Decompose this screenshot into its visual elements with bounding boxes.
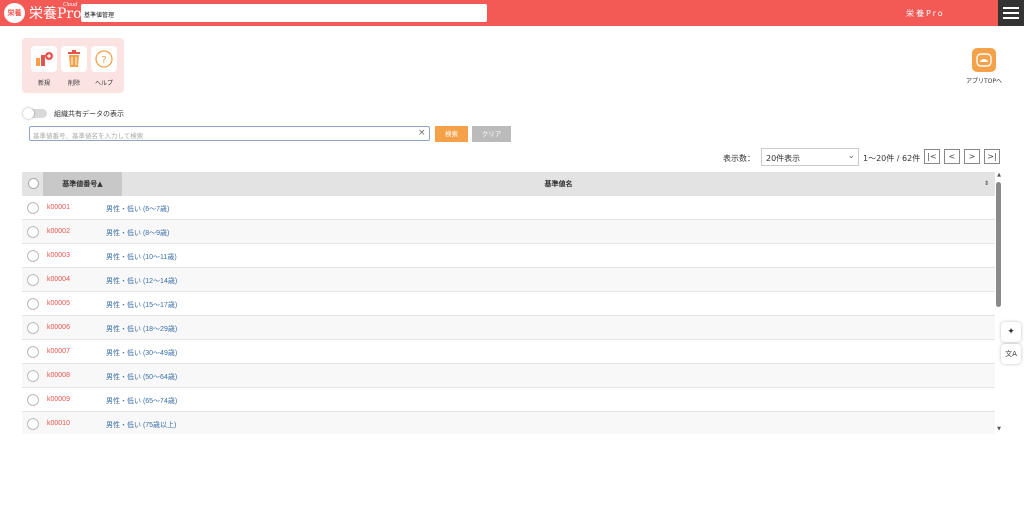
table-row[interactable]: k00005 男性・低い (15〜17歳) (22, 292, 995, 316)
last-page-button[interactable]: >| (984, 149, 1000, 164)
trash-icon (61, 46, 87, 72)
search-clear-icon[interactable]: × (418, 128, 426, 138)
column-header-name-label: 基準値名 (544, 180, 573, 188)
next-page-button[interactable]: > (964, 149, 980, 164)
row-radio[interactable] (27, 298, 39, 310)
row-name[interactable]: 男性・低い (75歳以上) (106, 420, 176, 430)
delete-button[interactable]: 削除 (60, 46, 88, 89)
row-name[interactable]: 男性・低い (50〜64歳) (106, 372, 177, 382)
display-count-select[interactable]: 20件表示 ⌄ (761, 148, 859, 166)
row-radio[interactable] (27, 322, 39, 334)
share-data-toggle-label: 組織共有データの表示 (54, 110, 124, 118)
row-code[interactable]: k00005 (47, 300, 70, 307)
row-radio[interactable] (27, 394, 39, 406)
table-row[interactable]: k00003 男性・低い (10〜11歳) (22, 244, 995, 268)
standard-value-table: 基準値番号▲ 基準値名 ⇕ k00001 男性・低い (6〜7歳) k00002… (22, 172, 995, 434)
chevron-down-icon: ⌄ (847, 151, 855, 161)
table-row[interactable]: k00006 男性・低い (18〜29歳) (22, 316, 995, 340)
hamburger-menu-button[interactable] (998, 0, 1024, 26)
row-name[interactable]: 男性・低い (12〜14歳) (106, 276, 177, 286)
row-code[interactable]: k00004 (47, 276, 70, 283)
new-label: 新規 (37, 80, 50, 87)
sort-icon: ⇕ (983, 180, 989, 187)
menu-line-icon (1003, 17, 1019, 19)
app-logo[interactable]: 栄養 栄養Pro Cloud (4, 2, 82, 23)
help-button[interactable]: ? ヘルプ (90, 46, 118, 89)
column-header-code[interactable]: 基準値番号▲ (43, 172, 122, 196)
row-code[interactable]: k00003 (47, 252, 70, 259)
row-name[interactable]: 男性・低い (65〜74歳) (106, 396, 177, 406)
new-chart-icon (31, 46, 57, 72)
table-row[interactable]: k00009 男性・低い (65〜74歳) (22, 388, 995, 412)
table-row[interactable]: k00008 男性・低い (50〜64歳) (22, 364, 995, 388)
row-code[interactable]: k00001 (47, 204, 70, 211)
row-name[interactable]: 男性・低い (30〜49歳) (106, 348, 177, 358)
table-header: 基準値番号▲ 基準値名 ⇕ (22, 172, 995, 196)
row-code[interactable]: k00006 (47, 324, 70, 331)
row-code[interactable]: k00002 (47, 228, 70, 235)
new-button[interactable]: 新規 (30, 46, 58, 89)
translate-icon[interactable]: 文A (1001, 344, 1021, 364)
logo-badge: 栄養 (4, 3, 25, 23)
toggle-knob (23, 108, 34, 119)
user-name[interactable]: 栄養Pro (906, 8, 945, 19)
first-page-button[interactable]: |< (924, 149, 940, 164)
row-radio[interactable] (27, 202, 39, 214)
display-count-value: 20件表示 (766, 154, 801, 163)
row-name[interactable]: 男性・低い (8〜9歳) (106, 228, 169, 238)
app-top-button[interactable]: アプリTOPへ (964, 48, 1004, 85)
scroll-down-arrow-icon[interactable]: ▼ (995, 426, 1003, 434)
row-name[interactable]: 男性・低い (6〜7歳) (106, 204, 169, 214)
menu-line-icon (1003, 12, 1019, 14)
row-name[interactable]: 男性・低い (10〜11歳) (106, 252, 177, 262)
record-count: 1〜20件 / 62件 (863, 154, 921, 163)
svg-text:?: ? (101, 55, 106, 66)
row-radio[interactable] (27, 274, 39, 286)
ai-sparkle-icon[interactable]: ✦ (1001, 322, 1021, 342)
row-radio[interactable] (27, 418, 39, 430)
top-bar: 栄養 栄養Pro Cloud 基準値管理 栄養Pro (0, 0, 1024, 26)
delete-label: 削除 (67, 80, 80, 87)
row-radio[interactable] (27, 346, 39, 358)
search-input[interactable]: 基準値番号、基準値名を入力して検索 (29, 126, 430, 141)
search-button[interactable]: 検索 (435, 126, 468, 142)
action-toolbar: 新規 削除 ? ヘルプ (22, 38, 124, 93)
scrollbar-thumb[interactable] (996, 182, 1001, 307)
table-row[interactable]: k00002 男性・低い (8〜9歳) (22, 220, 995, 244)
app-home-icon (972, 48, 996, 72)
column-header-name[interactable]: 基準値名 ⇕ (122, 172, 995, 196)
menu-line-icon (1003, 7, 1019, 9)
clear-button[interactable]: クリア (472, 126, 511, 142)
row-code[interactable]: k00009 (47, 396, 70, 403)
table-row[interactable]: k00001 男性・低い (6〜7歳) (22, 196, 995, 220)
row-code[interactable]: k00008 (47, 372, 70, 379)
row-code[interactable]: k00007 (47, 348, 70, 355)
share-data-toggle[interactable] (23, 108, 47, 119)
table-row[interactable]: k00007 男性・低い (30〜49歳) (22, 340, 995, 364)
scroll-up-arrow-icon[interactable]: ▲ (995, 172, 1003, 180)
row-radio[interactable] (27, 226, 39, 238)
row-name[interactable]: 男性・低い (18〜29歳) (106, 324, 177, 334)
table-row[interactable]: k00010 男性・低い (75歳以上) (22, 412, 995, 434)
app-top-label: アプリTOPへ (965, 78, 1002, 85)
row-code[interactable]: k00010 (47, 420, 70, 427)
help-icon: ? (91, 46, 117, 72)
row-radio[interactable] (27, 250, 39, 262)
page-title: 基準値管理 (81, 4, 487, 22)
display-count-label: 表示数： (723, 154, 755, 163)
table-row[interactable]: k00004 男性・低い (12〜14歳) (22, 268, 995, 292)
row-name[interactable]: 男性・低い (15〜17歳) (106, 300, 177, 310)
help-label: ヘルプ (94, 80, 113, 87)
logo-cloud-text: Cloud (63, 2, 78, 8)
select-all-radio[interactable] (28, 178, 39, 189)
prev-page-button[interactable]: < (944, 149, 960, 164)
row-radio[interactable] (27, 370, 39, 382)
